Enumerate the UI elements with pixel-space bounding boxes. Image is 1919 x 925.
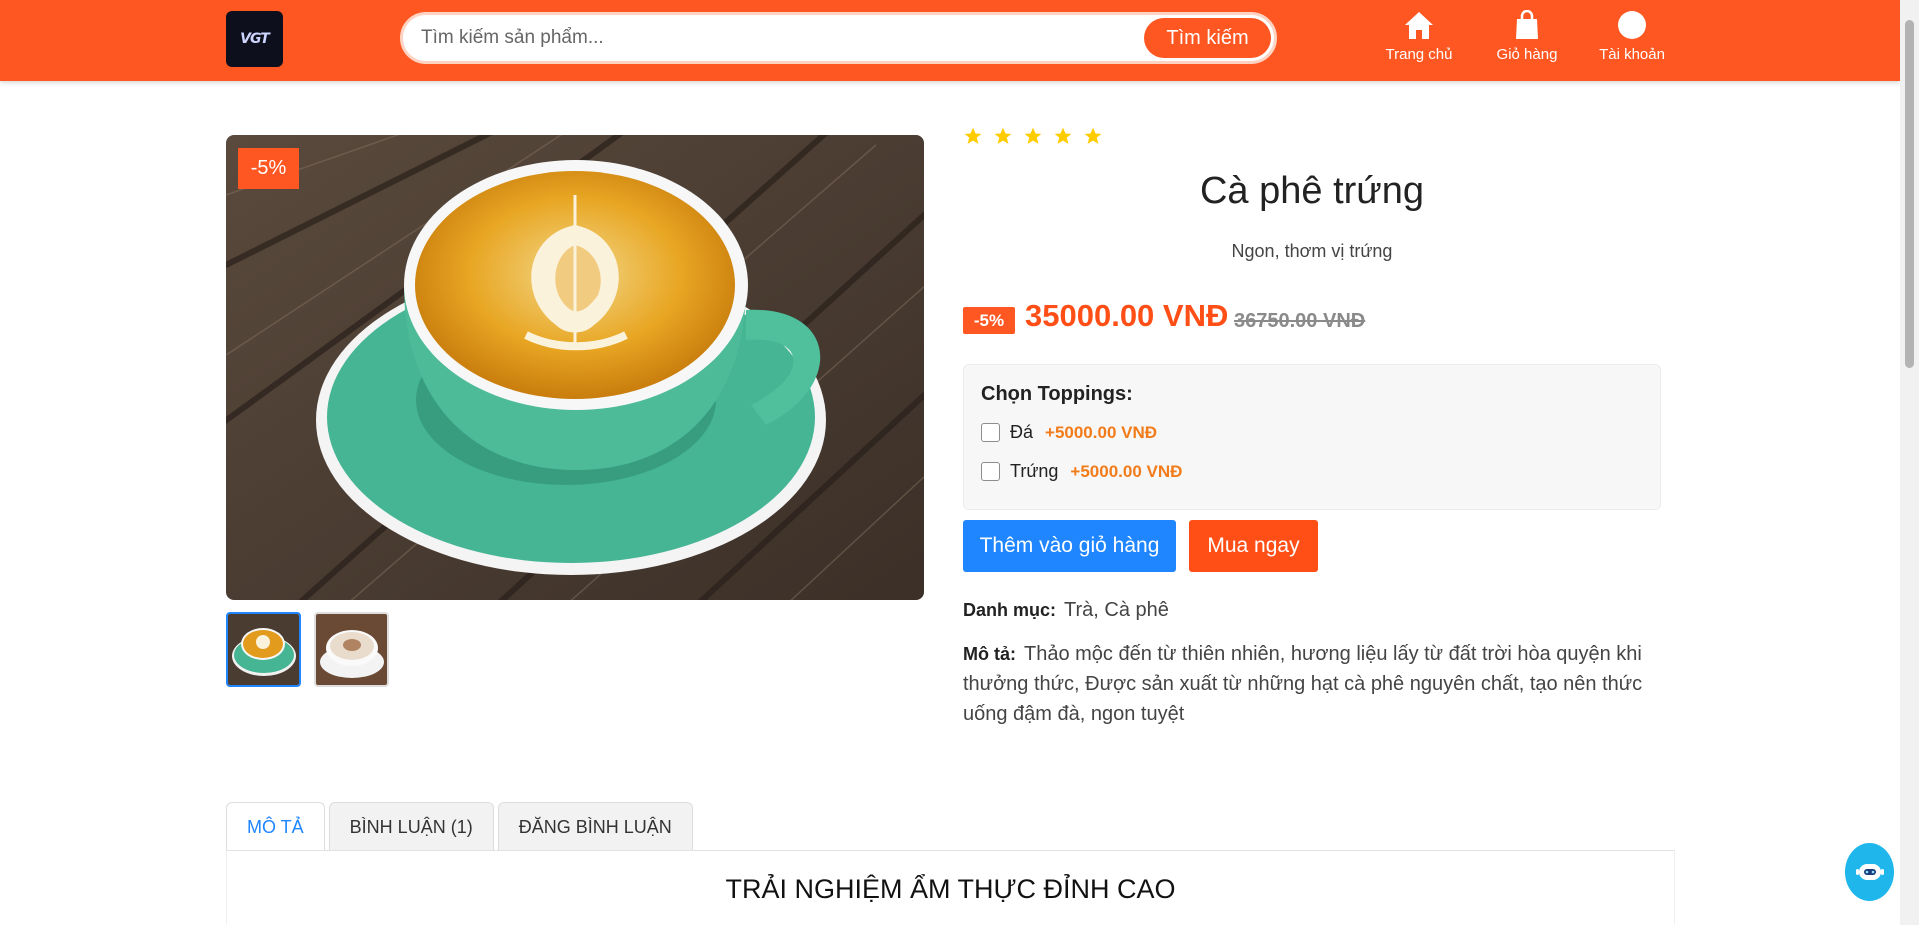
tab-content-title: TRẢI NGHIỆM ẨM THỰC ĐỈNH CAO <box>725 874 1176 904</box>
topping-price: +5000.00 VNĐ <box>1045 422 1158 442</box>
rating-stars <box>963 126 1103 146</box>
category-value: Trà, Cà phê <box>1064 599 1169 621</box>
discount-badge: -5% <box>963 307 1015 334</box>
page-scrollbar[interactable] <box>1900 0 1919 925</box>
thumbnail-1[interactable] <box>226 612 301 687</box>
product-category: Danh mục: Trà, Cà phê <box>963 599 1169 622</box>
star-icon <box>994 127 1012 144</box>
home-icon <box>1405 12 1433 39</box>
topping-checkbox[interactable] <box>981 462 1000 481</box>
product-main-image[interactable] <box>226 135 924 600</box>
tab-post-comment[interactable]: ĐĂNG BÌNH LUẬN <box>497 802 693 851</box>
topping-name: Đá <box>1010 422 1034 442</box>
nav-cart[interactable]: Giỏ hàng <box>1482 10 1572 70</box>
topping-price: +5000.00 VNĐ <box>1070 461 1183 481</box>
topping-option[interactable]: Đá +5000.00 VNĐ <box>981 422 1157 443</box>
topping-option[interactable]: Trứng +5000.00 VNĐ <box>981 461 1182 482</box>
add-to-cart-button[interactable]: Thêm vào giỏ hàng <box>963 520 1176 572</box>
topping-name: Trứng <box>1010 461 1059 481</box>
product-title: Cà phê trứng <box>1199 170 1424 212</box>
tab-description[interactable]: MÔ TẢ <box>226 802 325 851</box>
product-tabs: MÔ TẢ BÌNH LUẬN (1) ĐĂNG BÌNH LUẬN <box>226 802 693 851</box>
description-text: Thảo mộc đến từ thiên nhiên, hương liệu … <box>963 643 1643 725</box>
nav-account-label: Tài khoản <box>1599 46 1665 63</box>
sale-tag: -5% <box>238 148 299 189</box>
toppings-panel: Chọn Toppings: Đá +5000.00 VNĐ Trứng +50… <box>963 364 1661 510</box>
description-label: Mô tả: <box>963 644 1016 664</box>
star-icon <box>1084 127 1102 144</box>
nav-home-label: Trang chủ <box>1385 46 1453 63</box>
logo[interactable]: VGT <box>226 11 283 67</box>
logo-text: VGT <box>240 31 270 47</box>
header: VGT Tìm kiếm Trang chủ Giỏ hàng Tài khoả… <box>0 0 1900 81</box>
product-price: 35000.00 VNĐ <box>1025 298 1229 333</box>
star-icon <box>964 127 982 144</box>
product-subtitle: Ngon, thơm vị trứng <box>1231 241 1393 261</box>
user-icon <box>1618 11 1646 39</box>
tab-comments[interactable]: BÌNH LUẬN (1) <box>328 802 494 851</box>
nav-cart-label: Giỏ hàng <box>1496 46 1558 63</box>
chatbot-button[interactable] <box>1845 843 1894 901</box>
nav-account[interactable]: Tài khoản <box>1587 10 1677 70</box>
product-description: Mô tả: Thảo mộc đến từ thiên nhiên, hương… <box>963 639 1663 729</box>
star-icon <box>1024 127 1042 144</box>
nav-home[interactable]: Trang chủ <box>1374 10 1464 70</box>
thumbnail-2[interactable] <box>314 612 389 687</box>
category-label: Danh mục: <box>963 600 1057 620</box>
product-old-price: 36750.00 VNĐ <box>1234 310 1366 332</box>
buy-now-button[interactable]: Mua ngay <box>1189 520 1318 572</box>
shopping-bag-icon <box>1516 10 1538 39</box>
search-bar: Tìm kiếm <box>400 12 1277 64</box>
topping-checkbox[interactable] <box>981 423 1000 442</box>
search-button[interactable]: Tìm kiếm <box>1144 18 1271 58</box>
toppings-title: Chọn Toppings: <box>981 383 1133 405</box>
search-input[interactable] <box>421 24 1121 52</box>
scrollbar-thumb[interactable] <box>1905 20 1914 368</box>
star-icon <box>1054 127 1072 144</box>
chatbot-icon <box>1855 864 1884 880</box>
